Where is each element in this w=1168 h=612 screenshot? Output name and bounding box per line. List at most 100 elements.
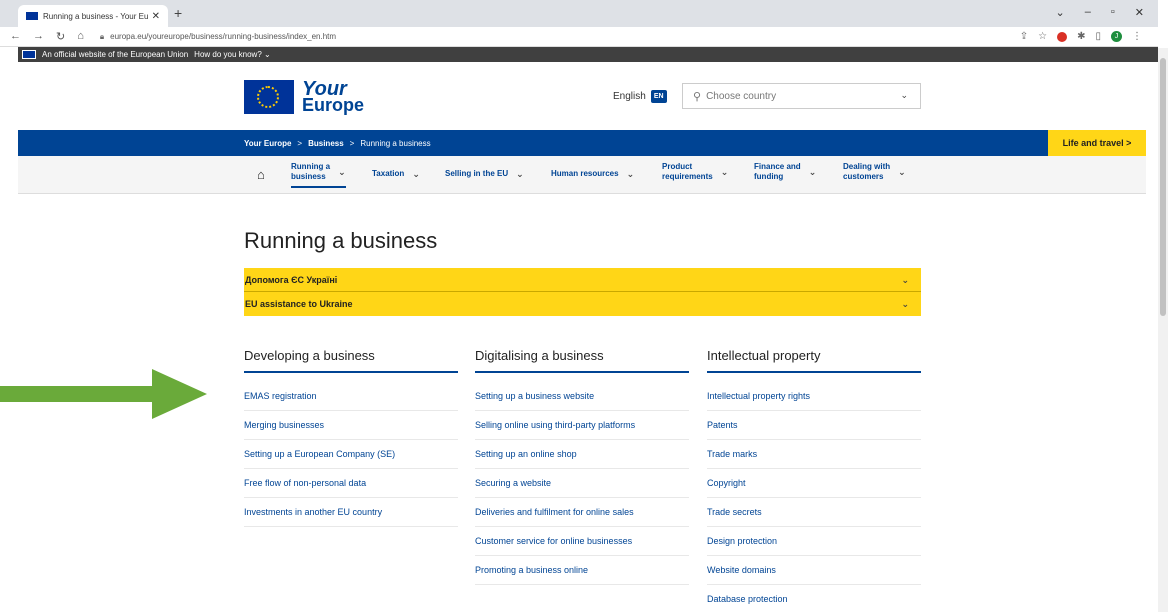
- list-item[interactable]: Customer service for online businesses: [475, 527, 689, 556]
- new-tab-button[interactable]: +: [174, 5, 182, 21]
- close-tab-icon[interactable]: ✕: [152, 11, 160, 22]
- column-developing-a-business: Developing a business EMAS registration …: [244, 348, 458, 527]
- chevron-down-icon: ⌄: [901, 274, 909, 285]
- list-item[interactable]: Website domains: [707, 556, 921, 585]
- list-item[interactable]: Copyright: [707, 469, 921, 498]
- menu-dots-icon[interactable]: ⋮: [1132, 31, 1142, 42]
- url-text: europa.eu/youreurope/business/running-bu…: [110, 32, 337, 41]
- list-item[interactable]: Setting up a business website: [475, 382, 689, 411]
- lock-icon: 🔒︎: [99, 31, 105, 41]
- close-window-button[interactable]: ✕: [1135, 6, 1144, 19]
- address-bar: ← → ↻ ⌂ 🔒︎ europa.eu/youreurope/business…: [0, 27, 1158, 47]
- extensions-area: ⇪ ☆ ✱ ▯ J ⋮: [1020, 31, 1142, 42]
- puzzle-extensions-icon[interactable]: ✱: [1077, 31, 1085, 42]
- profile-avatar-icon[interactable]: J: [1111, 31, 1122, 42]
- how-do-you-know-link[interactable]: How do you know? ⌄: [194, 50, 271, 59]
- list-item[interactable]: Patents: [707, 411, 921, 440]
- list-item[interactable]: Design protection: [707, 527, 921, 556]
- column-intellectual-property: Intellectual property Intellectual prope…: [707, 348, 921, 612]
- minimize-button[interactable]: –: [1085, 6, 1091, 19]
- scrollbar-thumb[interactable]: [1160, 58, 1166, 316]
- eu-flag-favicon-icon: [26, 12, 38, 20]
- breadcrumb-separator: >: [297, 138, 303, 148]
- page-scrollbar[interactable]: [1158, 48, 1168, 612]
- breadcrumb-separator: >: [349, 138, 355, 148]
- green-arrow-annotation-icon: [0, 369, 207, 419]
- eu-official-text: An official website of the European Unio…: [42, 50, 189, 59]
- chevron-down-icon: ⌄: [898, 167, 906, 177]
- accordion-label: EU assistance to Ukraine: [245, 299, 353, 309]
- list-item[interactable]: Promoting a business online: [475, 556, 689, 585]
- nav-taxation[interactable]: Taxation ⌄: [372, 169, 420, 179]
- chevron-down-icon: ⌄: [338, 167, 346, 177]
- column-heading: Intellectual property: [707, 348, 921, 373]
- share-icon[interactable]: ⇪: [1020, 31, 1028, 42]
- page-title: Running a business: [244, 228, 438, 253]
- tab-search-icon[interactable]: ⌄: [1056, 6, 1065, 19]
- browser-tab-bar: Running a business - Your Europ ✕ + ⌄ – …: [0, 0, 1158, 27]
- tab-title: Running a business - Your Europ: [43, 11, 148, 21]
- nav-buttons: ← → ↻ ⌂: [0, 30, 84, 43]
- list-item[interactable]: Free flow of non-personal data: [244, 469, 458, 498]
- breadcrumb: Your Europe > Business > Running a busin…: [18, 130, 1048, 156]
- list-item[interactable]: EMAS registration: [244, 382, 458, 411]
- list-item[interactable]: Database protection: [707, 585, 921, 612]
- language-label: English: [613, 91, 646, 102]
- chevron-down-icon: ⌄: [412, 169, 420, 179]
- nav-human-resources[interactable]: Human resources ⌄: [551, 169, 634, 179]
- eu-flag-icon: [22, 50, 36, 59]
- list-item[interactable]: Selling online using third-party platfor…: [475, 411, 689, 440]
- chevron-down-icon: ⌄: [516, 169, 524, 179]
- adblock-extension-icon[interactable]: [1057, 31, 1068, 42]
- chevron-down-icon: ⌄: [626, 169, 635, 179]
- nav-finance-and-funding[interactable]: Finance and funding ⌄: [754, 162, 816, 182]
- accordion-label: Допомога ЄС Україні: [245, 275, 338, 285]
- reload-icon[interactable]: ↻: [56, 30, 65, 43]
- nav-product-requirements[interactable]: Product requirements ⌄: [662, 162, 728, 182]
- eu-official-banner: An official website of the European Unio…: [18, 47, 1158, 62]
- restore-button[interactable]: ▫: [1111, 6, 1115, 19]
- url-field[interactable]: 🔒︎ europa.eu/youreurope/business/running…: [100, 32, 336, 42]
- chevron-down-icon: ⌄: [808, 167, 817, 177]
- accordion-eu-assistance-ukraine[interactable]: EU assistance to Ukraine ⌄: [244, 292, 921, 316]
- country-select[interactable]: ⚲ Choose country ⌄: [682, 83, 921, 109]
- logo-europe: Europe: [302, 95, 365, 115]
- breadcrumb-your-europe[interactable]: Your Europe: [244, 139, 291, 148]
- nav-dealing-with-customers[interactable]: Dealing with customers ⌄: [843, 162, 906, 182]
- nav-selling-in-the-eu[interactable]: Selling in the EU ⌄: [445, 169, 524, 179]
- main-navigation: ⌂ Running a business ⌄ Taxation ⌄ Selling…: [18, 156, 1146, 194]
- language-code-badge: EN: [650, 90, 667, 103]
- list-item[interactable]: Merging businesses: [244, 411, 458, 440]
- list-item[interactable]: Intellectual property rights: [707, 382, 921, 411]
- chevron-down-icon: ⌄: [901, 298, 909, 309]
- column-heading: Developing a business: [244, 348, 458, 373]
- your-europe-logo[interactable]: Your Europe: [244, 79, 365, 115]
- home-icon[interactable]: ⌂: [257, 167, 265, 182]
- breadcrumb-current: Running a business: [360, 138, 431, 148]
- forward-arrow-icon[interactable]: →: [33, 30, 44, 43]
- back-arrow-icon[interactable]: ←: [10, 30, 21, 43]
- list-item[interactable]: Setting up a European Company (SE): [244, 440, 458, 469]
- home-icon[interactable]: ⌂: [77, 30, 84, 43]
- bookmark-star-icon[interactable]: ☆: [1038, 31, 1047, 42]
- window-controls: ⌄ – ▫ ✕: [1056, 6, 1144, 19]
- language-selector[interactable]: English EN: [613, 90, 667, 103]
- side-panel-icon[interactable]: ▯: [1095, 31, 1101, 42]
- column-digitalising-a-business: Digitalising a business Setting up a bus…: [475, 348, 689, 585]
- column-heading: Digitalising a business: [475, 348, 689, 373]
- list-item[interactable]: Setting up an online shop: [475, 440, 689, 469]
- country-placeholder: Choose country: [706, 90, 777, 102]
- list-item[interactable]: Deliveries and fulfilment for online sal…: [475, 498, 689, 527]
- list-item[interactable]: Trade secrets: [707, 498, 921, 527]
- life-and-travel-link[interactable]: Life and travel >: [1048, 130, 1146, 156]
- search-icon: ⚲: [693, 90, 702, 103]
- browser-tab[interactable]: Running a business - Your Europ ✕: [18, 5, 168, 27]
- list-item[interactable]: Securing a website: [475, 469, 689, 498]
- eu-stars-flag-icon: [244, 80, 294, 114]
- nav-running-a-business[interactable]: Running a business ⌄: [291, 162, 346, 188]
- list-item[interactable]: Investments in another EU country: [244, 498, 458, 527]
- breadcrumb-business[interactable]: Business: [308, 139, 344, 148]
- accordion-ukraine-help-ua[interactable]: Допомога ЄС Україні ⌄: [244, 268, 921, 292]
- list-item[interactable]: Trade marks: [707, 440, 921, 469]
- chevron-down-icon: ⌄: [900, 90, 908, 100]
